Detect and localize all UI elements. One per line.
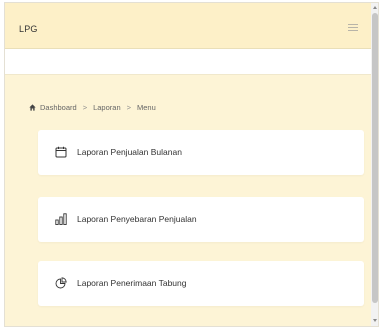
menu-item-laporan-penerimaan-tabung[interactable]: Laporan Penerimaan Tabung [38, 261, 364, 306]
calendar-icon [55, 146, 67, 158]
app-title: LPG [19, 24, 38, 34]
breadcrumb: Dashboard > Laporan > Menu [29, 103, 156, 112]
hamburger-menu-icon[interactable] [348, 24, 358, 32]
scroll-up-arrow-icon[interactable] [373, 6, 377, 9]
breadcrumb-laporan[interactable]: Laporan [93, 103, 121, 112]
bar-chart-icon [55, 213, 67, 225]
breadcrumb-dashboard[interactable]: Dashboard [40, 103, 77, 112]
app-frame: LPG Dashboard > Laporan > Menu Laporan P… [4, 2, 379, 327]
scroll-down-arrow-icon[interactable] [373, 319, 377, 322]
top-navbar: LPG [5, 3, 371, 49]
menu-item-label: Laporan Penyebaran Penjualan [77, 214, 197, 224]
menu-item-label: Laporan Penerimaan Tabung [77, 278, 187, 288]
vertical-scrollbar[interactable] [371, 3, 378, 326]
breadcrumb-separator: > [82, 103, 88, 112]
home-icon [29, 104, 36, 111]
menu-item-laporan-penjualan-bulanan[interactable]: Laporan Penjualan Bulanan [38, 130, 364, 175]
scrollbar-thumb[interactable] [372, 13, 378, 303]
menu-item-label: Laporan Penjualan Bulanan [77, 147, 182, 157]
breadcrumb-separator: > [126, 103, 132, 112]
pie-chart-icon [55, 277, 67, 289]
menu-item-laporan-penyebaran-penjualan[interactable]: Laporan Penyebaran Penjualan [38, 197, 364, 242]
sub-header-bar [5, 49, 371, 75]
breadcrumb-menu: Menu [137, 103, 156, 112]
